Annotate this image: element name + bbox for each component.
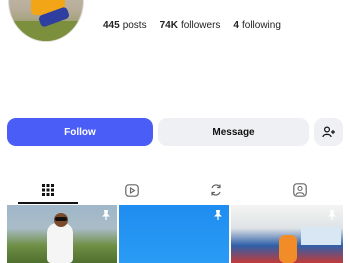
posts-grid [7,205,343,263]
post-subject-glasses [55,217,67,221]
following-label: following [241,20,281,31]
followers-stat[interactable]: 74K followers [160,20,221,31]
post-thumbnail[interactable] [7,205,117,263]
reels-icon [125,183,139,197]
message-button[interactable]: Message [158,118,309,146]
pin-icon [328,210,336,220]
tab-tagged[interactable] [270,176,330,204]
follow-button[interactable]: Follow [7,118,153,146]
post-subject [47,223,73,263]
repost-icon [211,184,221,196]
post-banner [301,227,341,245]
tab-posts-grid[interactable] [18,176,78,204]
profile-stats: 445 posts 74K followers 4 following [103,20,281,31]
followers-label: followers [180,20,221,31]
post-subject [279,235,297,263]
tab-reels[interactable] [102,176,162,204]
pin-icon [214,210,222,220]
following-count: 4 [233,20,239,31]
grid-icon [42,184,54,196]
posts-label: posts [122,20,147,31]
add-user-icon [321,126,335,138]
post-thumbnail[interactable] [119,205,229,263]
posts-stat[interactable]: 445 posts [103,20,147,31]
profile-tabs [0,176,350,204]
posts-count: 445 [103,20,120,31]
following-stat[interactable]: 4 following [233,20,280,31]
tagged-icon [293,183,307,197]
followers-count: 74K [159,20,178,31]
tab-reposts[interactable] [186,176,246,204]
pin-icon [102,210,110,220]
post-thumbnail[interactable] [231,205,343,263]
suggested-users-button[interactable] [314,118,343,146]
profile-avatar[interactable] [8,0,84,42]
